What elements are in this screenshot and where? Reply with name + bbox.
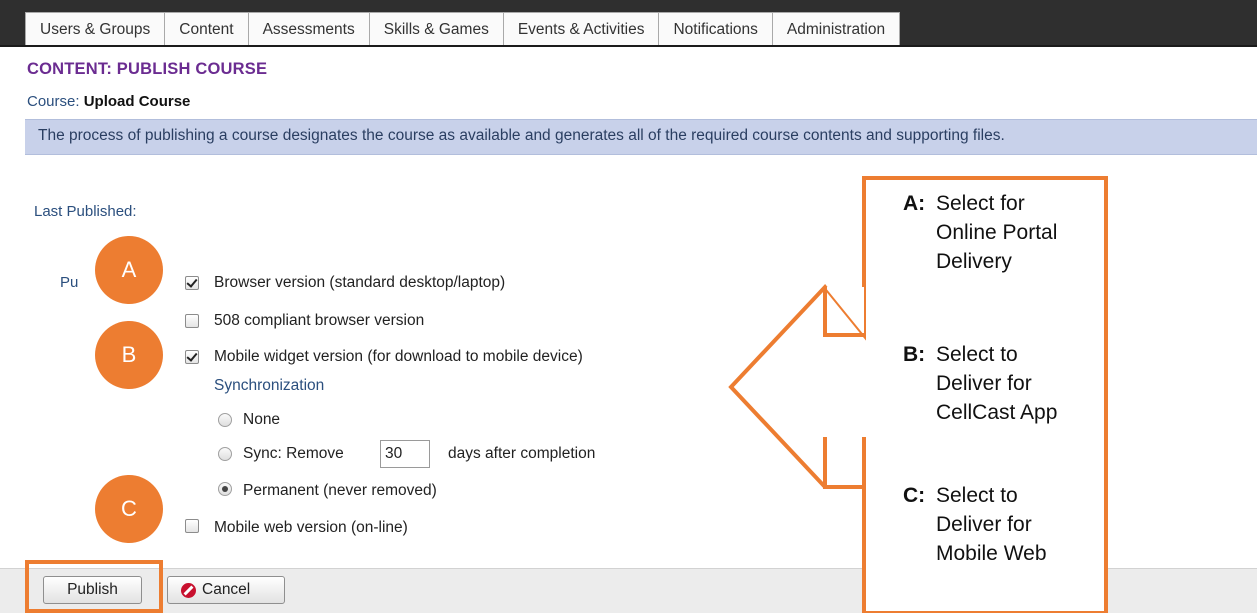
- callout-key-b: B:: [903, 343, 926, 366]
- callout-item-b: B: Select to Deliver for CellCast App: [903, 340, 1086, 427]
- callout-text-b: Select to Deliver for CellCast App: [936, 343, 1058, 424]
- callout-text-c: Select to Deliver for Mobile Web: [936, 484, 1047, 565]
- callout-key-c: C:: [903, 484, 926, 507]
- callout-text-a: Select for Online Portal Delivery: [936, 192, 1058, 273]
- callout-item-a: A: Select for Online Portal Delivery: [903, 189, 1086, 276]
- callout-key-a: A:: [903, 192, 926, 215]
- callout-item-c: C: Select to Deliver for Mobile Web: [903, 481, 1086, 568]
